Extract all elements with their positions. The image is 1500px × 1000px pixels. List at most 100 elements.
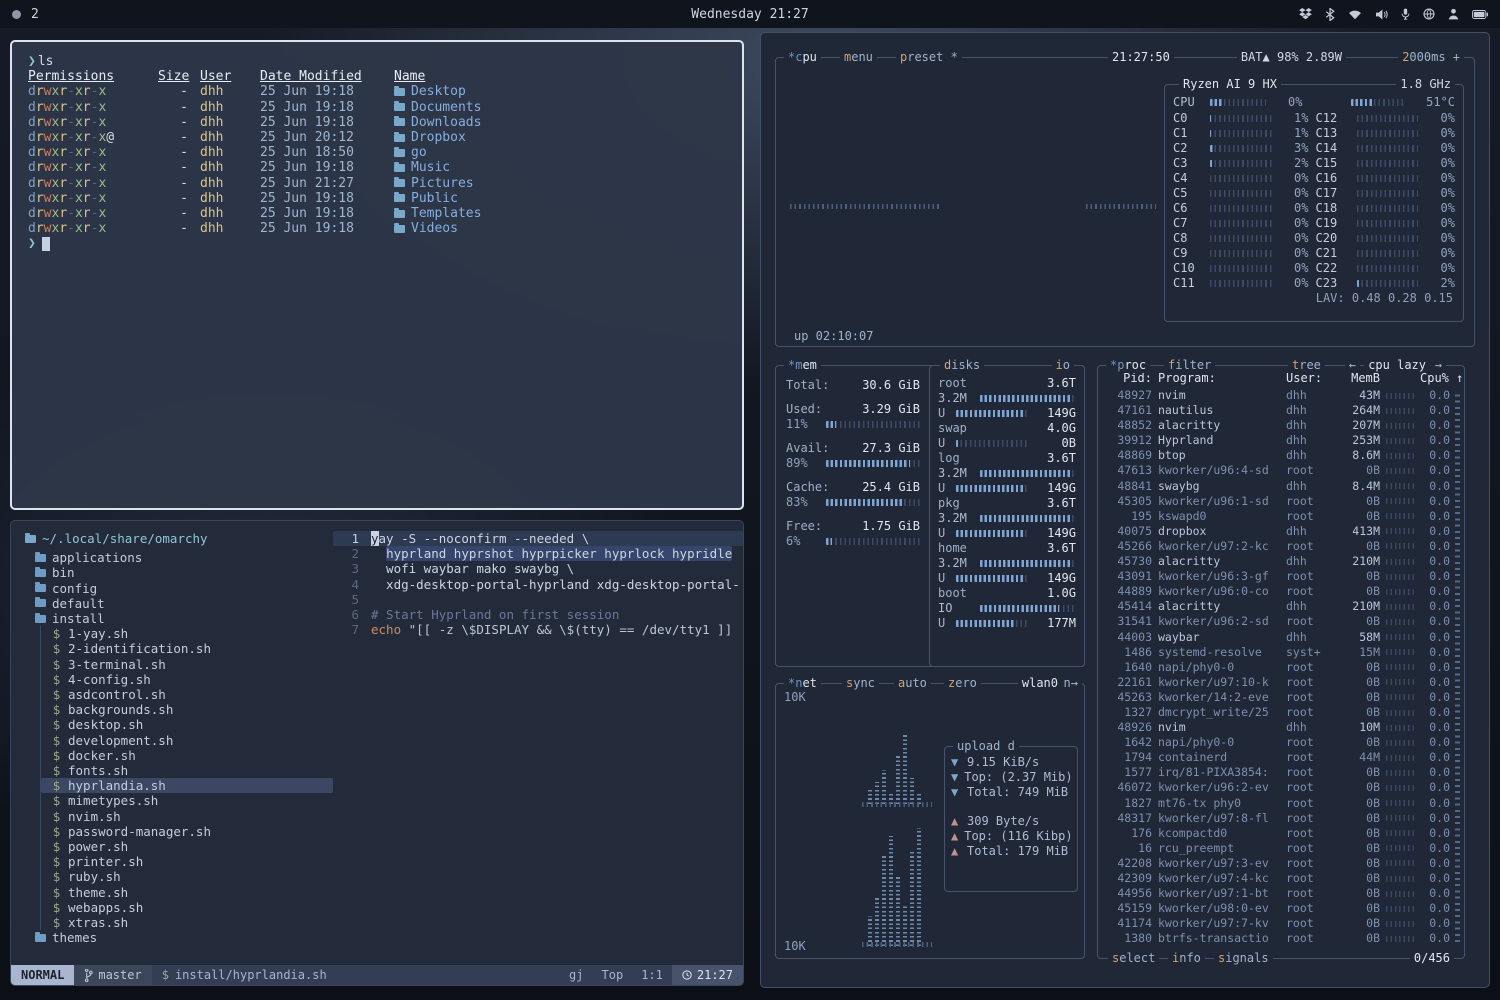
process-row[interactable]: 176kcompactd0root0B0.0 bbox=[1098, 826, 1464, 841]
battery-icon[interactable] bbox=[1472, 10, 1488, 19]
proc-signals-button[interactable]: signals bbox=[1214, 951, 1273, 966]
disks-title[interactable]: disks bbox=[940, 358, 984, 373]
volume-icon[interactable] bbox=[1375, 9, 1388, 20]
process-row[interactable]: 1794containerdroot44M0.0 bbox=[1098, 750, 1464, 765]
editor-line[interactable]: 2 hyprland hyprshot hyprpicker hyprlock … bbox=[333, 546, 743, 561]
process-row[interactable]: 1380btrfs-transactioroot0B0.0 bbox=[1098, 931, 1464, 946]
editor-buffer[interactable]: 1yay -S --noconfirm --needed \2 hyprland… bbox=[333, 521, 743, 965]
tree-item-nvim-sh[interactable]: $nvim.sh bbox=[41, 809, 333, 824]
tree-item-default[interactable]: default bbox=[25, 596, 333, 611]
tree-item-backgrounds-sh[interactable]: $backgrounds.sh bbox=[41, 702, 333, 717]
process-row[interactable]: 44889kworker/u96:0-coroot0B0.0 bbox=[1098, 584, 1464, 599]
process-row[interactable]: 1827mt76-tx phy0root0B0.0 bbox=[1098, 796, 1464, 811]
process-row[interactable]: 41174kworker/u97:7-kvroot0B0.0 bbox=[1098, 916, 1464, 931]
proc-tree-toggle[interactable]: tree bbox=[1288, 358, 1325, 373]
dropbox-icon[interactable] bbox=[1299, 8, 1312, 20]
tree-item-applications[interactable]: applications bbox=[25, 550, 333, 565]
proc-info-button[interactable]: info bbox=[1168, 951, 1205, 966]
process-row[interactable]: 47161nautilusdhh264M0.0 bbox=[1098, 403, 1464, 418]
process-row[interactable]: 45159kworker/u98:0-evroot0B0.0 bbox=[1098, 901, 1464, 916]
io-mode-toggle[interactable]: io bbox=[1052, 358, 1074, 373]
tree-item-2-identification-sh[interactable]: $2-identification.sh bbox=[41, 641, 333, 656]
tree-item-theme-sh[interactable]: $theme.sh bbox=[41, 885, 333, 900]
process-row[interactable]: 39912Hyprlanddhh253M0.0 bbox=[1098, 433, 1464, 448]
tree-item-fonts-sh[interactable]: $fonts.sh bbox=[41, 763, 333, 778]
editor-line[interactable]: 3 wofi waybar mako swaybg \ bbox=[333, 561, 743, 576]
proc-column-header[interactable] bbox=[1386, 371, 1414, 386]
proc-column-header[interactable]: Pid: bbox=[1106, 371, 1152, 386]
wifi-icon[interactable] bbox=[1348, 9, 1362, 20]
proc-filter-button[interactable]: filter bbox=[1164, 358, 1215, 373]
process-row[interactable]: 48852alacrittydhh207M0.0 bbox=[1098, 418, 1464, 433]
mic-icon[interactable] bbox=[1401, 8, 1410, 20]
process-row[interactable]: 40075dropboxdhh413M0.0 bbox=[1098, 524, 1464, 539]
proc-column-header[interactable]: MemB bbox=[1338, 371, 1380, 386]
tree-item-ruby-sh[interactable]: $ruby.sh bbox=[41, 869, 333, 884]
editor-line[interactable]: 6# Start Hyprland on first session bbox=[333, 607, 743, 622]
process-row[interactable]: 16rcu_preemptroot0B0.0 bbox=[1098, 841, 1464, 856]
proc-sort-next[interactable]: → bbox=[1431, 358, 1446, 373]
tree-item-password-manager-sh[interactable]: $password-manager.sh bbox=[41, 824, 333, 839]
tree-item-config[interactable]: config bbox=[25, 581, 333, 596]
tree-item-4-config-sh[interactable]: $4-config.sh bbox=[41, 672, 333, 687]
editor-line[interactable]: 7echo "[[ -z \$DISPLAY && \$(tty) == /de… bbox=[333, 622, 743, 637]
menu-button[interactable]: menu bbox=[840, 50, 877, 65]
process-row[interactable]: 195kswapd0root0B0.0 bbox=[1098, 509, 1464, 524]
process-row[interactable]: 43091kworker/u96:3-gfroot0B0.0 bbox=[1098, 569, 1464, 584]
process-row[interactable]: 42309kworker/u97:4-kcroot0B0.0 bbox=[1098, 871, 1464, 886]
workspace-indicator[interactable]: 2 bbox=[12, 7, 39, 22]
process-row[interactable]: 48869btopdhh8.6M0.0 bbox=[1098, 448, 1464, 463]
tree-item-xtras-sh[interactable]: $xtras.sh bbox=[41, 915, 333, 930]
process-row[interactable]: 42208kworker/u97:3-evroot0B0.0 bbox=[1098, 856, 1464, 871]
tree-item-bin[interactable]: bin bbox=[25, 565, 333, 580]
process-row[interactable]: 22161kworker/u97:10-kroot0B0.0 bbox=[1098, 675, 1464, 690]
tree-item-power-sh[interactable]: $power.sh bbox=[41, 839, 333, 854]
process-row[interactable]: 47613kworker/u96:4-sdroot0B0.0 bbox=[1098, 463, 1464, 478]
globe-icon[interactable] bbox=[1423, 8, 1435, 20]
process-row[interactable]: 45305kworker/u96:1-sdroot0B0.0 bbox=[1098, 494, 1464, 509]
tree-item-themes[interactable]: themes bbox=[25, 930, 333, 945]
user-icon[interactable] bbox=[1448, 8, 1459, 20]
process-row[interactable]: 1486systemd-resolvesyst+15M0.0 bbox=[1098, 645, 1464, 660]
proc-column-header[interactable]: Cpu% ↑ bbox=[1420, 371, 1450, 386]
tree-item-docker-sh[interactable]: $docker.sh bbox=[41, 748, 333, 763]
process-row[interactable]: 45414alacrittydhh210M0.0 bbox=[1098, 599, 1464, 614]
process-row[interactable]: 48841swaybgdhh8.4M0.0 bbox=[1098, 479, 1464, 494]
proc-column-header[interactable]: User: bbox=[1286, 371, 1332, 386]
process-row[interactable]: 1577irq/81-PIXA3854:root0B0.0 bbox=[1098, 765, 1464, 780]
process-row[interactable]: 48317kworker/u97:8-flroot0B0.0 bbox=[1098, 811, 1464, 826]
tree-item-asdcontrol-sh[interactable]: $asdcontrol.sh bbox=[41, 687, 333, 702]
process-row[interactable]: 46072kworker/u96:2-evroot0B0.0 bbox=[1098, 780, 1464, 795]
editor-line[interactable]: 4 xdg-desktop-portal-hyprland xdg-deskto… bbox=[333, 577, 743, 592]
update-interval[interactable]: 2000ms + bbox=[1398, 50, 1464, 65]
tree-item-hyprlandia-sh[interactable]: $hyprlandia.sh bbox=[41, 778, 333, 793]
proc-sort-prev[interactable]: ← bbox=[1345, 358, 1360, 373]
process-row[interactable]: 45263kworker/14:2-everoot0B0.0 bbox=[1098, 690, 1464, 705]
tree-item-webapps-sh[interactable]: $webapps.sh bbox=[41, 900, 333, 915]
process-row[interactable]: 45266kworker/u97:2-kcroot0B0.0 bbox=[1098, 539, 1464, 554]
proc-select-button[interactable]: select bbox=[1108, 951, 1159, 966]
process-row[interactable]: 1640napi/phy0-0root0B0.0 bbox=[1098, 660, 1464, 675]
tree-item-desktop-sh[interactable]: $desktop.sh bbox=[41, 717, 333, 732]
tree-item-development-sh[interactable]: $development.sh bbox=[41, 733, 333, 748]
process-row[interactable]: 31541kworker/u96:2-sdroot0B0.0 bbox=[1098, 614, 1464, 629]
process-row[interactable]: 44003waybardhh58M0.0 bbox=[1098, 630, 1464, 645]
process-row[interactable]: 44956kworker/u97:1-btroot0B0.0 bbox=[1098, 886, 1464, 901]
tree-item-1-yay-sh[interactable]: $1-yay.sh bbox=[41, 626, 333, 641]
editor-line[interactable]: 1yay -S --noconfirm --needed \ bbox=[333, 531, 743, 546]
prompt-line[interactable]: ❯ bbox=[28, 236, 726, 251]
process-row[interactable]: 1327dmcrypt_write/25root0B0.0 bbox=[1098, 705, 1464, 720]
editor-line[interactable]: 5 bbox=[333, 592, 743, 607]
file-tree-root[interactable]: ~/.local/share/omarchy bbox=[25, 531, 333, 546]
process-row[interactable]: 45730alacrittydhh210M0.0 bbox=[1098, 554, 1464, 569]
proc-scrollbar[interactable] bbox=[1455, 392, 1460, 942]
tree-item-mimetypes-sh[interactable]: $mimetypes.sh bbox=[41, 793, 333, 808]
proc-column-header[interactable]: Program: bbox=[1158, 371, 1280, 386]
tree-item-printer-sh[interactable]: $printer.sh bbox=[41, 854, 333, 869]
bluetooth-icon[interactable] bbox=[1325, 8, 1335, 21]
process-row[interactable]: 1642napi/phy0-0root0B0.0 bbox=[1098, 735, 1464, 750]
tree-item-3-terminal-sh[interactable]: $3-terminal.sh bbox=[41, 657, 333, 672]
process-row[interactable]: 48927nvimdhh43M0.0 bbox=[1098, 388, 1464, 403]
preset-button[interactable]: preset * bbox=[896, 50, 962, 65]
process-row[interactable]: 48926nvimdhh10M0.0 bbox=[1098, 720, 1464, 735]
